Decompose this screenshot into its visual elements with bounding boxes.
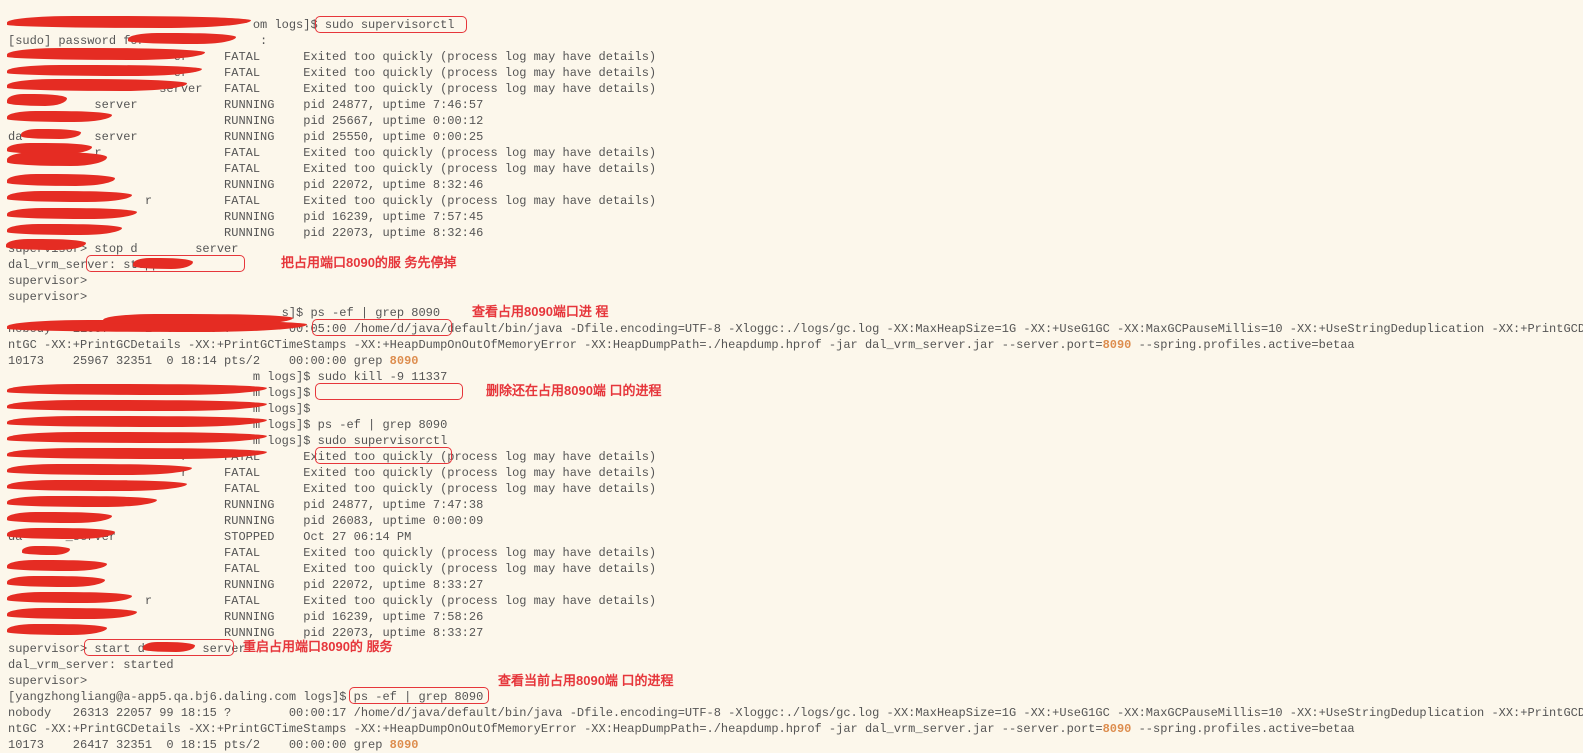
redact — [128, 33, 236, 44]
redact — [7, 512, 112, 523]
redact — [6, 239, 86, 250]
redact — [7, 608, 137, 619]
redact — [7, 624, 107, 635]
redact — [7, 224, 122, 235]
redact — [22, 546, 70, 555]
redact — [7, 416, 267, 427]
redact — [7, 16, 251, 28]
cmd-box-supervisorctl-2 — [315, 447, 452, 464]
redact — [7, 592, 132, 603]
anno-start-service: 重启占用端口8090的 服务 — [243, 638, 393, 655]
redact — [7, 448, 267, 459]
redact — [7, 384, 267, 395]
redact — [7, 94, 67, 106]
redact — [7, 79, 187, 91]
redact — [7, 400, 267, 411]
redact — [21, 129, 81, 139]
anno-view-current: 查看当前占用8090端 口的进程 — [498, 672, 674, 689]
redact — [7, 560, 107, 571]
redact — [7, 191, 132, 202]
redact — [7, 576, 105, 587]
cmd-box-start — [84, 639, 234, 656]
redact — [7, 48, 205, 60]
redact — [7, 432, 267, 443]
redact — [7, 174, 115, 186]
redact — [7, 528, 115, 539]
cmd-box-supervisorctl-1 — [315, 16, 467, 33]
redact — [7, 65, 202, 76]
redact — [7, 111, 112, 122]
anno-view-port: 查看占用8090端口进 程 — [472, 303, 609, 320]
redact — [7, 496, 157, 507]
cmd-box-kill — [315, 383, 463, 400]
redact — [7, 480, 187, 491]
redact — [7, 208, 137, 219]
anno-kill-process: 删除还在占用8090端 口的进程 — [486, 382, 662, 399]
anno-stop-service: 把占用端口8090的服 务先停掉 — [281, 254, 457, 271]
redact — [7, 152, 107, 166]
cmd-box-ps-2 — [349, 687, 489, 704]
cmd-box-ps-1 — [312, 319, 452, 336]
redact — [7, 464, 192, 475]
redact — [103, 314, 293, 325]
cmd-box-stop — [86, 255, 245, 272]
